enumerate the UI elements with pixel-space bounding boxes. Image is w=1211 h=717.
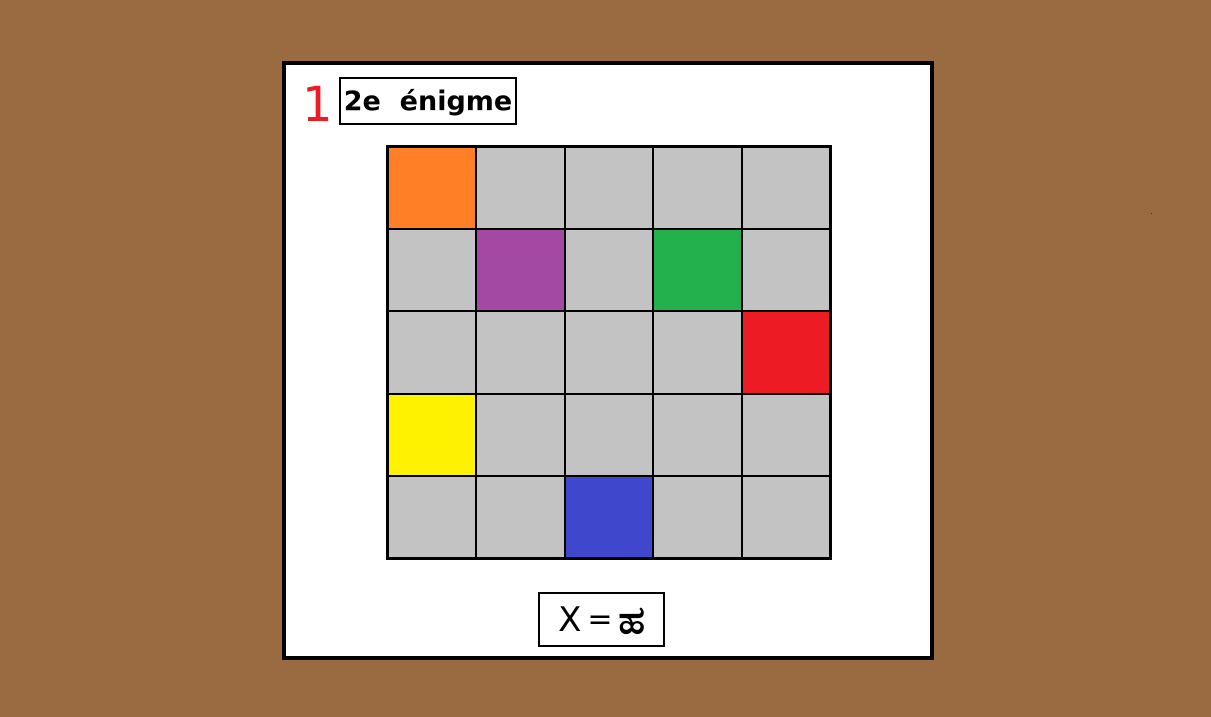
answer-box: X = ಹ: [538, 592, 665, 647]
answer-equals-sign: =: [587, 601, 613, 637]
grid-cell[interactable]: [477, 476, 564, 557]
grid-cell[interactable]: [565, 312, 653, 393]
color-grid: [386, 145, 832, 560]
grid-cell[interactable]: [389, 476, 476, 557]
grid-cell[interactable]: [742, 230, 829, 311]
grid-cell-green[interactable]: [654, 230, 741, 311]
grid-cell-orange[interactable]: [389, 148, 476, 229]
grid-cell[interactable]: [565, 230, 653, 311]
grid-cell[interactable]: [565, 394, 653, 475]
grid-cell[interactable]: [389, 312, 476, 393]
puzzle-number: 1: [302, 77, 333, 133]
grid-cell-purple[interactable]: [477, 230, 564, 311]
grid-cell[interactable]: [477, 148, 564, 229]
grid-cell[interactable]: [654, 394, 741, 475]
grid-cell[interactable]: [654, 476, 741, 557]
answer-symbol: ಹ: [618, 597, 645, 642]
grid-cell-yellow[interactable]: [389, 394, 476, 475]
grid-cell[interactable]: [565, 148, 653, 229]
grid-cell-blue[interactable]: [565, 476, 653, 557]
grid-cell[interactable]: [742, 476, 829, 557]
answer-variable: X: [558, 599, 582, 640]
grid-cell[interactable]: [742, 148, 829, 229]
grid-cell[interactable]: [477, 394, 564, 475]
grid-cell[interactable]: [389, 230, 476, 311]
grid-cell-red[interactable]: [742, 312, 829, 393]
grid-cell[interactable]: [742, 394, 829, 475]
background-speck: [1151, 213, 1152, 214]
grid-cell[interactable]: [654, 148, 741, 229]
puzzle-title: 2e énigme: [339, 77, 517, 125]
puzzle-card: 1 2e énigme X = ಹ: [282, 61, 934, 660]
grid-cell[interactable]: [477, 312, 564, 393]
grid-cell[interactable]: [654, 312, 741, 393]
